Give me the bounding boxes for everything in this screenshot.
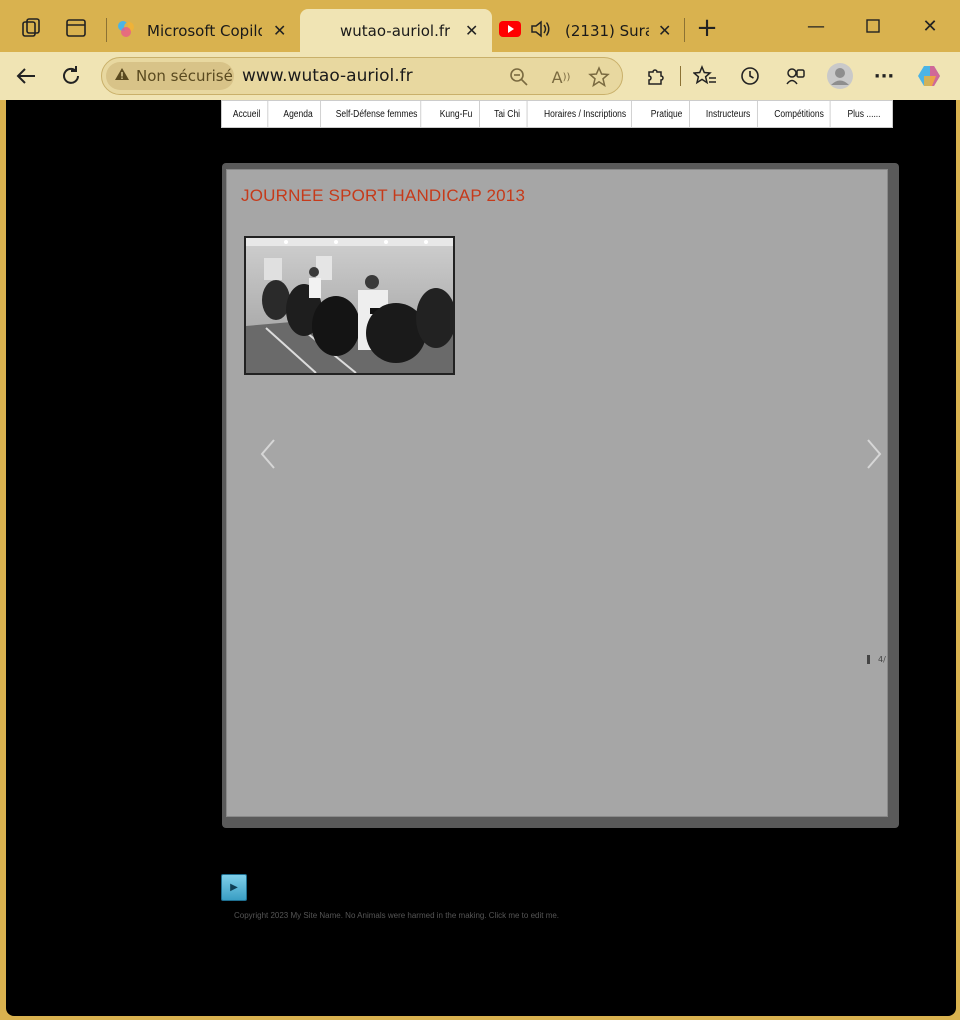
tab-copilot[interactable]: Microsoft Copilot ✕	[110, 9, 298, 52]
toolbar-separator	[680, 66, 681, 86]
tab-youtube[interactable]: (2131) Surah ✕	[494, 9, 680, 52]
previous-arrow-icon[interactable]	[259, 438, 277, 478]
play-button[interactable]: ▶	[221, 874, 247, 901]
menu-item-agenda[interactable]: Agenda	[276, 101, 322, 127]
menu-item-self-defense[interactable]: Self-Défense femmes	[333, 101, 422, 127]
menu-item-instructeurs[interactable]: Instructeurs	[699, 101, 758, 127]
speaker-icon[interactable]	[530, 19, 552, 43]
extensions-icon[interactable]	[639, 60, 671, 92]
refresh-icon[interactable]	[55, 60, 87, 92]
play-icon: ▶	[230, 882, 238, 893]
tab-title: Microsoft Copilot	[147, 21, 262, 40]
footer-copyright[interactable]: Copyright 2023 My Site Name. No Animals …	[234, 911, 559, 920]
menu-item-horaires[interactable]: Horaires / Inscriptions	[539, 101, 632, 127]
copilot-favicon-icon	[116, 19, 136, 43]
copilot-icon[interactable]	[914, 60, 946, 92]
favorites-icon[interactable]	[689, 60, 721, 92]
menu-item-competitions[interactable]: Compétitions	[768, 101, 831, 127]
tab-title: wutao-auriol.fr	[340, 21, 451, 40]
pause-bar-icon[interactable]	[867, 655, 870, 664]
tab-separator	[106, 18, 107, 42]
tab-strip: Microsoft Copilot ✕ wutao-auriol.fr ✕ (2…	[0, 0, 960, 52]
youtube-favicon-icon	[499, 20, 521, 41]
minimize-icon[interactable]: —	[796, 10, 836, 42]
security-indicator[interactable]: Non sécurisé	[106, 62, 234, 90]
slide-counter: 4/	[867, 655, 886, 664]
workspaces-icon[interactable]	[17, 14, 45, 42]
back-icon[interactable]	[10, 60, 42, 92]
maximize-icon[interactable]	[853, 10, 893, 42]
menu-item-accueil[interactable]: Accueil	[226, 101, 269, 127]
gallery-title: JOURNEE SPORT HANDICAP 2013	[241, 186, 526, 205]
new-tab-icon[interactable]: +	[693, 13, 721, 43]
tab-wutao[interactable]: wutao-auriol.fr ✕	[300, 9, 492, 52]
menu-item-pratique[interactable]: Pratique	[644, 101, 690, 127]
favorite-star-icon[interactable]	[586, 64, 612, 90]
slide-counter-text: 4/	[878, 655, 886, 664]
address-bar[interactable]: Non sécurisé www.wutao-auriol.fr A))	[101, 57, 623, 95]
zoom-out-icon[interactable]	[506, 64, 532, 90]
security-label: Non sécurisé	[136, 67, 233, 85]
gallery-photo[interactable]	[244, 236, 455, 375]
close-tab-icon[interactable]: ✕	[273, 21, 286, 40]
menu-item-tai-chi[interactable]: Tai Chi	[488, 101, 528, 127]
profile-avatar[interactable]	[824, 60, 856, 92]
tab-title: (2131) Surah	[565, 21, 649, 40]
more-options-icon[interactable]: ···	[868, 60, 900, 92]
close-tab-icon[interactable]: ✕	[658, 21, 671, 40]
close-window-icon[interactable]: ✕	[910, 10, 950, 42]
menu-item-plus[interactable]: Plus ......	[840, 101, 888, 127]
warning-icon	[114, 67, 130, 85]
tab-actions-icon[interactable]	[62, 14, 90, 42]
read-aloud-icon[interactable]: A))	[548, 64, 574, 90]
site-menu: Accueil Agenda Self-Défense femmes Kung-…	[221, 100, 893, 128]
navigation-bar: Non sécurisé www.wutao-auriol.fr A)) ···	[0, 52, 960, 100]
url-text[interactable]: www.wutao-auriol.fr	[242, 66, 413, 86]
browser-essentials-icon[interactable]	[779, 60, 811, 92]
history-icon[interactable]	[734, 60, 766, 92]
page-viewport: Accueil Agenda Self-Défense femmes Kung-…	[6, 100, 956, 1016]
gallery-panel: JOURNEE SPORT HANDICAP 2013 4/	[226, 169, 888, 817]
tab-separator	[684, 18, 685, 42]
close-tab-icon[interactable]: ✕	[465, 21, 478, 40]
next-arrow-icon[interactable]	[865, 438, 883, 478]
menu-item-kung-fu[interactable]: Kung-Fu	[433, 101, 480, 127]
